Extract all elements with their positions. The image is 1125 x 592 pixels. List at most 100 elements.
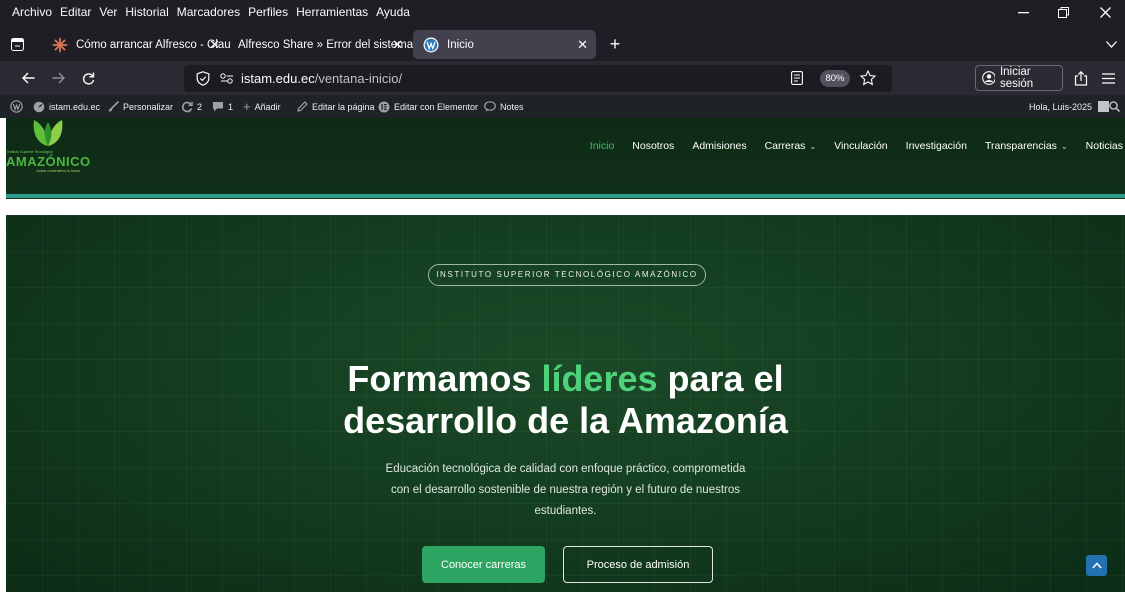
nav-carreras[interactable]: Carreras ⌄ bbox=[756, 140, 826, 152]
hero-subtitle-line: Educación tecnológica de calidad con enf… bbox=[385, 463, 746, 475]
admin-customize-label: Personalizar bbox=[123, 101, 174, 112]
url-host: istam.edu.ec bbox=[241, 71, 315, 86]
wp-logo-menu[interactable] bbox=[10, 95, 23, 118]
nav-transparencias[interactable]: Transparencias ⌄ bbox=[976, 140, 1077, 152]
menu-archivo[interactable]: Archivo bbox=[12, 5, 52, 19]
close-tab-icon[interactable]: ✕ bbox=[392, 37, 403, 53]
admin-comments-count: 1 bbox=[228, 101, 234, 112]
hero-subtitle: Educación tecnológica de calidad con enf… bbox=[6, 459, 1125, 522]
account-icon bbox=[982, 71, 995, 85]
list-all-tabs-button[interactable] bbox=[1100, 33, 1122, 55]
nav-nosotros[interactable]: Nosotros bbox=[623, 140, 683, 152]
menu-marcadores[interactable]: Marcadores bbox=[177, 5, 240, 19]
tab-title: Inicio bbox=[447, 38, 474, 51]
pencil-icon bbox=[297, 101, 308, 112]
close-icon bbox=[1099, 7, 1111, 18]
wordpress-icon bbox=[10, 100, 23, 113]
updates-icon bbox=[181, 101, 193, 112]
close-tab-icon[interactable]: ✕ bbox=[209, 37, 220, 53]
dashboard-icon bbox=[33, 101, 45, 112]
menu-ayuda[interactable]: Ayuda bbox=[376, 5, 410, 19]
nav-vinculacion[interactable]: Vinculación bbox=[825, 140, 897, 152]
restore-button[interactable] bbox=[1043, 0, 1083, 25]
tab-list-icon bbox=[10, 37, 24, 51]
menu-perfiles[interactable]: Perfiles bbox=[248, 5, 288, 19]
admin-edit-elementor-label: Editar con Elementor bbox=[394, 101, 479, 112]
menu-ver[interactable]: Ver bbox=[99, 5, 117, 19]
bookmark-star-icon[interactable] bbox=[860, 70, 876, 86]
menu-editar[interactable]: Editar bbox=[60, 5, 91, 19]
nav-noticias[interactable]: Noticias bbox=[1077, 140, 1125, 152]
back-arrow-icon bbox=[21, 72, 34, 84]
new-tab-button[interactable]: + bbox=[604, 33, 626, 55]
nav-transparencias-label: Transparencias bbox=[984, 140, 1057, 152]
admin-search[interactable] bbox=[1109, 95, 1120, 118]
minimize-icon bbox=[1017, 11, 1029, 13]
reader-view-icon[interactable] bbox=[791, 71, 803, 85]
admin-greeting: Hola, Luis-2025 bbox=[1029, 101, 1093, 112]
admin-notes[interactable]: Notes bbox=[484, 95, 524, 118]
plus-icon: + bbox=[243, 99, 251, 114]
admin-my-account[interactable]: Hola, Luis-2025 bbox=[1029, 95, 1110, 118]
admin-updates[interactable]: 2 bbox=[181, 95, 202, 118]
tab-list-button[interactable] bbox=[6, 33, 28, 55]
share-button[interactable] bbox=[1070, 67, 1092, 89]
logo-tagline: Juntos construimos tu futuro bbox=[36, 169, 80, 173]
forward-button[interactable] bbox=[47, 67, 69, 89]
site-logo[interactable]: Instituto Superior Tecnológico AMAZÓNICO… bbox=[6, 118, 90, 178]
hero-subtitle-line: con el desarrollo sostenible de nuestra … bbox=[390, 484, 741, 496]
app-menu-button[interactable] bbox=[1097, 67, 1119, 89]
reload-button[interactable] bbox=[77, 67, 99, 89]
conocer-carreras-button[interactable]: Conocer carreras bbox=[422, 546, 545, 583]
admin-edit-elementor[interactable]: Editar con Elementor bbox=[378, 95, 478, 118]
close-window-button[interactable] bbox=[1085, 0, 1125, 25]
nav-admisiones[interactable]: Admisiones bbox=[683, 140, 755, 152]
sign-in-button[interactable]: Iniciar sesión bbox=[975, 65, 1063, 91]
chevron-down-icon bbox=[1105, 40, 1117, 48]
zoom-level-badge[interactable]: 80% bbox=[820, 70, 850, 87]
admin-add-new[interactable]: + Añadir bbox=[243, 95, 281, 118]
hamburger-menu-icon bbox=[1101, 72, 1115, 84]
menu-historial[interactable]: Historial bbox=[125, 5, 168, 19]
url-text: istam.edu.ec/ventana-inicio/ bbox=[241, 71, 402, 86]
restore-icon bbox=[1057, 7, 1069, 18]
main-navigation: Inicio Nosotros Admisiones Carreras ⌄ Vin… bbox=[581, 140, 1125, 152]
permissions-icon bbox=[220, 73, 233, 84]
elementor-icon bbox=[378, 101, 390, 112]
tab-claude[interactable]: Cómo arrancar Alfresco - Claud ✕ bbox=[42, 30, 230, 59]
scroll-to-top-button[interactable] bbox=[1086, 555, 1107, 576]
admin-edit-page-label: Editar la página bbox=[312, 101, 375, 112]
admin-comments[interactable]: 1 bbox=[212, 95, 233, 118]
hero-title-line2: desarrollo de la Amazonía bbox=[343, 400, 788, 441]
back-button[interactable] bbox=[17, 67, 39, 89]
hero-section: INSTITUTO SUPERIOR TECNOLÓGICO AMAZÓNICO… bbox=[6, 215, 1125, 592]
reload-icon bbox=[82, 72, 94, 85]
avatar bbox=[1098, 101, 1110, 112]
admin-customize[interactable]: Personalizar bbox=[108, 95, 173, 118]
close-tab-icon[interactable]: ✕ bbox=[577, 37, 588, 53]
menu-herramientas[interactable]: Herramientas bbox=[296, 5, 368, 19]
hero-title-highlight: líderes bbox=[541, 358, 658, 399]
tab-alfresco[interactable]: Alfresco Share » Error del sistema ✕ bbox=[228, 30, 413, 59]
proceso-admision-button[interactable]: Proceso de admisión bbox=[563, 546, 713, 583]
chevron-down-icon: ⌄ bbox=[1060, 142, 1068, 151]
nav-investigacion[interactable]: Investigación bbox=[897, 140, 976, 152]
header-spacer bbox=[0, 199, 1125, 215]
sign-in-label: Iniciar sesión bbox=[999, 66, 1034, 90]
menu-bar: Archivo Editar Ver Historial Marcadores … bbox=[0, 0, 1125, 25]
tab-strip: Cómo arrancar Alfresco - Claud ✕ Alfresc… bbox=[0, 25, 1125, 61]
brush-icon bbox=[108, 101, 119, 112]
nav-inicio[interactable]: Inicio bbox=[581, 140, 624, 152]
admin-site-name[interactable]: istam.edu.ec bbox=[33, 95, 100, 118]
hero-title-part-a: Formamos bbox=[347, 358, 542, 399]
admin-edit-page[interactable]: Editar la página bbox=[297, 95, 375, 118]
search-icon bbox=[1109, 101, 1120, 112]
wp-admin-bar: istam.edu.ec Personalizar 2 1 + Añadir E… bbox=[0, 95, 1125, 118]
share-icon bbox=[1074, 70, 1088, 86]
address-bar[interactable]: istam.edu.ec/ventana-inicio/ 80% bbox=[184, 65, 892, 92]
tab-inicio[interactable]: Inicio ✕ bbox=[413, 30, 596, 59]
leaf-logo-icon bbox=[33, 120, 63, 146]
header-bottom-line bbox=[6, 194, 1125, 198]
minimize-button[interactable] bbox=[1003, 0, 1043, 25]
claude-icon bbox=[52, 37, 68, 52]
